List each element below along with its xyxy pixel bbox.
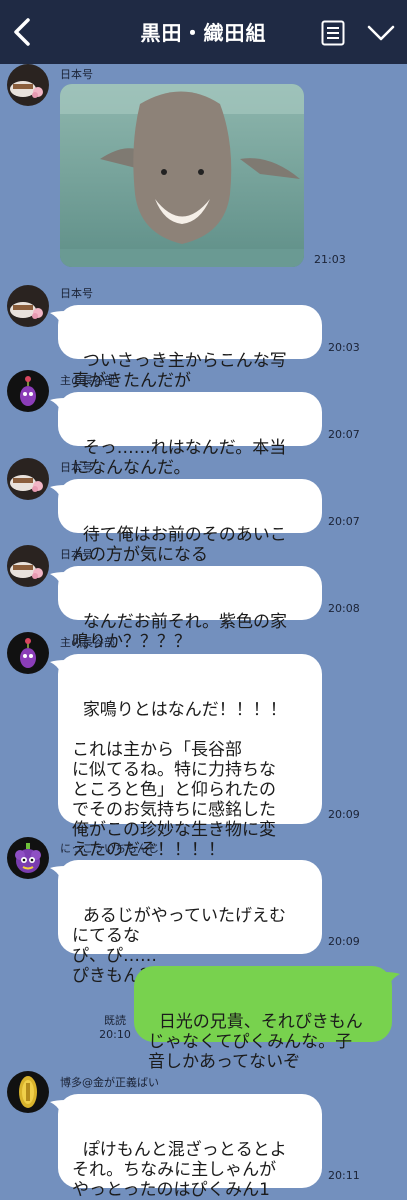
message-time: 20:09 [328, 935, 360, 948]
message-bubble[interactable]: ぽけもんと混ざっとるとよ それ。ちなみに主しゃんが やっとったのはぴくみん1 0… [50, 1094, 322, 1200]
read-label: 既読 [104, 1014, 126, 1027]
message-time: 20:08 [328, 602, 360, 615]
avatar-nihongo[interactable] [7, 458, 49, 500]
message-time: 21:03 [314, 253, 346, 266]
avatar-nihongo[interactable] [7, 285, 49, 327]
message-text: 家鳴りとはなんだ！！！！ これは主から「長谷部 に似てるね。特に力持ちな ところ… [72, 700, 287, 860]
message-time: 20:10 [99, 1028, 131, 1041]
sender-name: 日本号 [60, 68, 93, 81]
avatar-hakata[interactable] [7, 1071, 49, 1113]
bubble-tail [50, 572, 66, 584]
bubble-tail [50, 311, 66, 323]
message-text: 日光の兄貴、それぴきもん じゃなくてぴくみんな。子 音しかあってないぞ [148, 1012, 363, 1072]
chat-title: 黒田・織田組 [140, 21, 267, 45]
chat-header: 黒田・織田組 [0, 0, 407, 64]
message-bubble[interactable]: なんだお前それ。紫色の家 鳴りか？？？？ [50, 566, 322, 652]
sender-name: にっこういちもんじ [60, 842, 159, 855]
avatar-hasebe[interactable] [7, 632, 49, 674]
avatar-nikko[interactable] [7, 837, 49, 879]
message-text: ぽけもんと混ざっとるとよ それ。ちなみに主しゃんが やっとったのはぴくみん1 0… [72, 1140, 287, 1200]
notes-menu-icon[interactable] [321, 20, 345, 46]
sender-name: 日本号 [60, 461, 93, 474]
avatar-hasebe[interactable] [7, 370, 49, 412]
bubble-tail [50, 485, 66, 497]
chevron-down-icon[interactable] [367, 24, 395, 42]
sender-name: 博多@金が正義ばい [60, 1076, 159, 1089]
message-bubble[interactable]: ついさっき主からこんな写 真がきたんだが [50, 305, 322, 391]
message-bubble[interactable]: 待て俺はお前のそのあいこ んの方が気になる [50, 479, 322, 565]
message-bubble[interactable]: そっ……れはなんだ。本当 になんなんだ。 [50, 392, 322, 478]
my-message-bubble[interactable]: 日光の兄貴、それぴきもん じゃなくてぴくみんな。子 音しかあってないぞ [134, 966, 400, 1072]
bubble-tail [384, 972, 400, 984]
message-time: 20:09 [328, 808, 360, 821]
message-text: そっ……れはなんだ。本当 になんなんだ。 [72, 438, 287, 478]
message-text: 待て俺はお前のそのあいこ んの方が気になる [72, 525, 287, 565]
shared-photo[interactable] [60, 84, 304, 267]
bubble-tail [50, 1100, 66, 1112]
read-receipt: 既読 20:10 [98, 1014, 132, 1042]
bubble-tail [50, 866, 66, 878]
sender-name: 日本号 [60, 548, 93, 561]
message-time: 20:03 [328, 341, 360, 354]
message-bubble[interactable]: 家鳴りとはなんだ！！！！ これは主から「長谷部 に似てるね。特に力持ちな ところ… [50, 654, 322, 860]
avatar-nihongo[interactable] [7, 545, 49, 587]
message-bubble[interactable]: あるじがやっていたげえむ にてるな ぴ、ぴ…… ぴきもん？ [50, 860, 322, 986]
sender-name: 主の長谷部 [60, 636, 115, 649]
sender-name: 主の長谷部 [60, 374, 115, 387]
message-time: 20:11 [328, 1169, 360, 1182]
avatar-nihongo[interactable] [7, 64, 49, 106]
message-time: 20:07 [328, 428, 360, 441]
message-time: 20:07 [328, 515, 360, 528]
bubble-tail [50, 398, 66, 410]
sender-name: 日本号 [60, 287, 93, 300]
bubble-tail [50, 660, 66, 672]
